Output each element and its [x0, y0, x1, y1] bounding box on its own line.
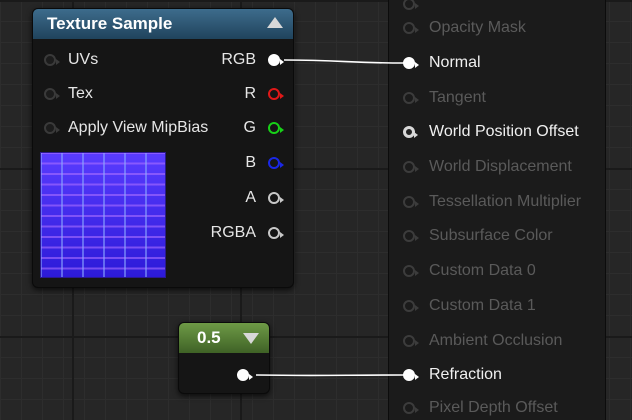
wire-rgb-to-normal: [284, 60, 404, 63]
connection-wires: [0, 0, 632, 410]
